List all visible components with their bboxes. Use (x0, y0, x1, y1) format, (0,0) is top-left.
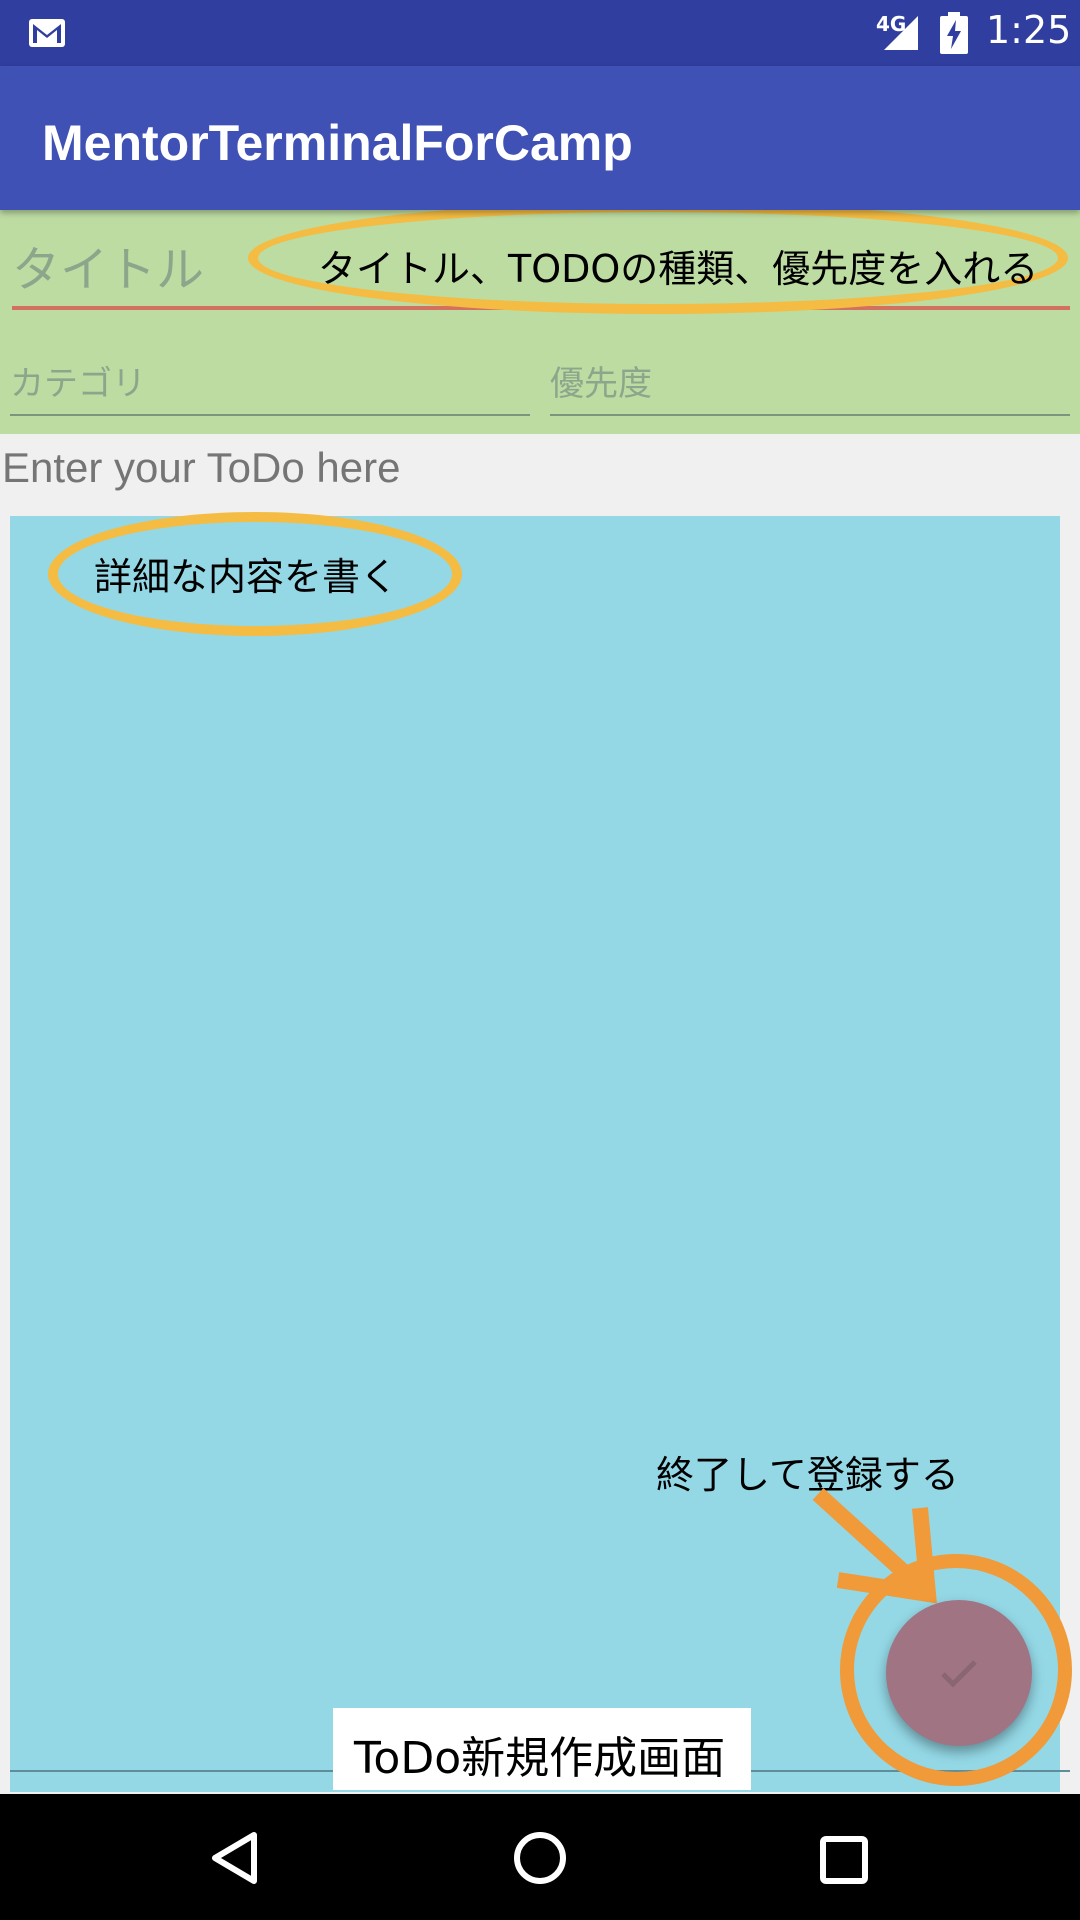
gmail-icon (29, 19, 65, 47)
annotation-caption: ToDo新規作成画面 (354, 1733, 726, 1784)
nav-home-button[interactable] (512, 1830, 568, 1886)
network-type-label: 4G (876, 12, 907, 36)
back-triangle-icon (212, 1832, 257, 1884)
app-bar: MentorTerminalForCamp (0, 66, 1080, 210)
annotation-detail-note: 詳細な内容を書く (94, 555, 399, 599)
priority-input[interactable] (550, 354, 1070, 416)
annotation-ring-fab (840, 1554, 1072, 1786)
clock: 1:25 (986, 8, 1072, 52)
status-bar: 4G 1:25 (0, 0, 1080, 66)
annotation-header-note: タイトル、TODOの種類、優先度を入れる (318, 247, 1039, 291)
app-title: MentorTerminalForCamp (42, 115, 633, 171)
nav-back-button[interactable] (208, 1830, 262, 1886)
todo-body-label: Enter your ToDo here (2, 444, 401, 491)
recents-square-icon (820, 1836, 868, 1884)
category-input[interactable] (10, 354, 530, 416)
home-circle-icon (514, 1832, 566, 1884)
battery-charging-icon (940, 12, 968, 54)
nav-recents-button[interactable] (818, 1834, 870, 1886)
